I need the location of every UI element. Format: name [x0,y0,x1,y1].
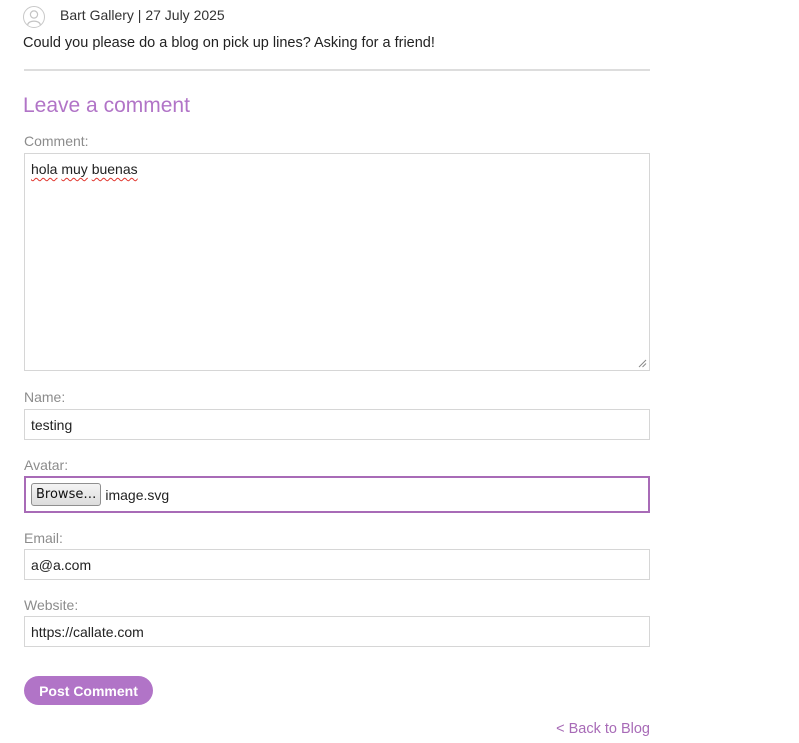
comment-body: Could you please do a blog on pick up li… [23,35,435,51]
email-label: Email: [24,530,63,546]
comment-word: muy [61,161,88,177]
website-value: https://callate.com [31,623,144,640]
comment-textarea[interactable]: hola muy buenas [24,153,650,371]
post-comment-button[interactable]: Post Comment [24,676,153,705]
previous-comment: Bart Gallery | 27 July 2025 Could you pl… [23,4,650,51]
name-field[interactable]: testing [24,409,650,440]
name-label: Name: [24,389,66,405]
comment-word: buenas [91,161,138,177]
user-silhouette-icon [23,6,45,28]
leave-comment-heading: Leave a comment [23,94,190,117]
comment-author-date: Bart Gallery | 27 July 2025 [60,7,225,23]
selected-file-name: image.svg [105,486,170,503]
comment-section: Bart Gallery | 27 July 2025 Could you pl… [0,0,799,743]
browse-button[interactable]: Browse… [31,483,102,506]
avatar-label: Avatar: [24,457,69,473]
divider [24,69,650,71]
website-field[interactable]: https://callate.com [24,616,650,647]
comment-word: hola [31,161,58,177]
comment-meta: Bart Gallery | 27 July 2025 [23,4,650,30]
name-value: testing [31,416,73,433]
comment-label: Comment: [24,133,89,149]
avatar-file-input[interactable]: Browse… image.svg [24,476,650,513]
email-field[interactable]: a@a.com [24,549,650,580]
website-label: Website: [24,597,79,613]
email-value: a@a.com [31,556,92,573]
resize-handle-icon[interactable] [638,359,647,368]
back-to-blog-link[interactable]: < Back to Blog [556,721,650,737]
